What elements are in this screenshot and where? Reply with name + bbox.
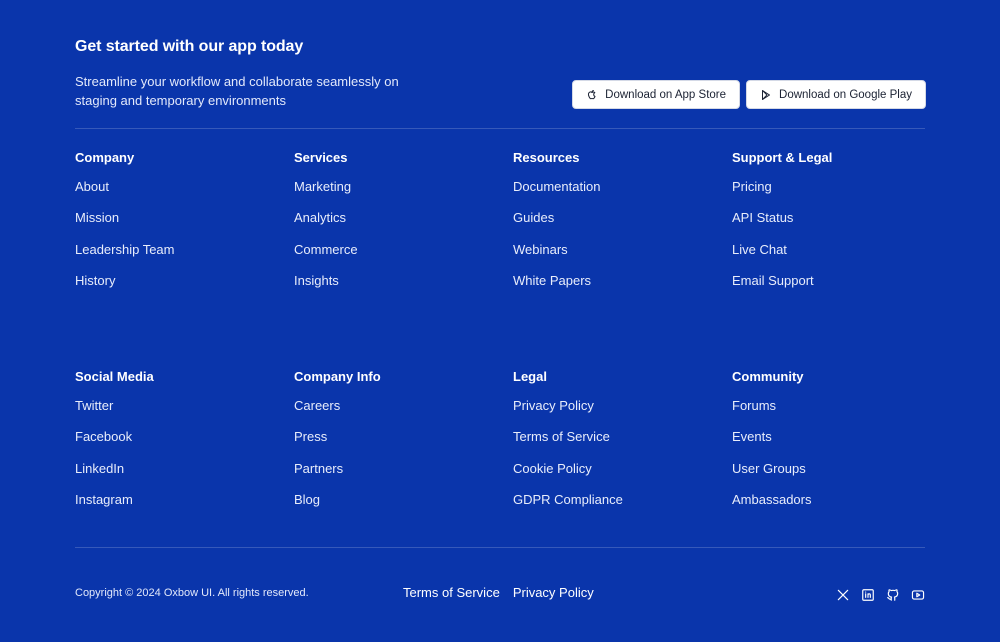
section-services: Services Marketing Analytics Commerce In… [294,149,513,303]
store-buttons: Download on App Store Download on Google… [572,80,926,109]
link-events[interactable]: Events [732,429,772,444]
link-webinars[interactable]: Webinars [513,242,568,257]
cta-subtitle: Streamline your workflow and collaborate… [75,74,399,108]
link-leadership-team[interactable]: Leadership Team [75,242,175,257]
section-legal: Legal Privacy Policy Terms of Service Co… [513,368,732,522]
footer-bottom-bar: Copyright © 2024 Oxbow UI. All rights re… [75,585,925,605]
link-facebook[interactable]: Facebook [75,429,132,444]
link-pricing[interactable]: Pricing [732,179,772,194]
app-store-label: Download on App Store [605,88,727,101]
section-title: Community [732,369,804,384]
section-title: Company [75,150,135,165]
link-gdpr-compliance[interactable]: GDPR Compliance [513,492,623,507]
link-user-groups[interactable]: User Groups [732,461,806,476]
link-press[interactable]: Press [294,429,327,444]
github-icon[interactable] [886,588,900,602]
legal-links: Terms of Service Privacy Policy [403,585,594,600]
link-cookie-policy[interactable]: Cookie Policy [513,461,592,476]
play-icon [760,89,772,101]
link-guides[interactable]: Guides [513,210,554,225]
section-title: Resources [513,150,580,165]
section-company: Company About Mission Leadership Team Hi… [75,149,294,303]
link-insights[interactable]: Insights [294,273,339,288]
section-resources: Resources Documentation Guides Webinars … [513,149,732,303]
x-icon[interactable] [836,588,850,602]
section-title: Legal [513,369,547,384]
cta-title: Get started with our app today [75,38,304,55]
terms-of-service-link[interactable]: Terms of Service [403,585,500,600]
link-sections-top: Company About Mission Leadership Team Hi… [75,149,950,303]
section-title: Company Info [294,369,381,384]
link-blog[interactable]: Blog [294,492,320,507]
link-about[interactable]: About [75,179,109,194]
social-icons [836,588,925,602]
privacy-policy-link[interactable]: Privacy Policy [513,585,594,600]
link-email-support[interactable]: Email Support [732,273,814,288]
youtube-icon[interactable] [911,588,925,602]
link-forums[interactable]: Forums [732,398,776,413]
top-divider [75,128,925,129]
link-ambassadors[interactable]: Ambassadors [732,492,811,507]
google-play-label: Download on Google Play [779,88,912,101]
section-title: Services [294,150,348,165]
linkedin-icon[interactable] [861,588,875,602]
section-community: Community Forums Events User Groups Amba… [732,368,950,522]
link-linkedin[interactable]: LinkedIn [75,461,124,476]
link-privacy-policy[interactable]: Privacy Policy [513,398,594,413]
bottom-divider [75,547,925,548]
link-marketing[interactable]: Marketing [294,179,351,194]
link-mission[interactable]: Mission [75,210,119,225]
link-sections-bottom: Social Media Twitter Facebook LinkedIn I… [75,368,950,522]
section-title: Social Media [75,369,154,384]
link-live-chat[interactable]: Live Chat [732,242,787,257]
section-title: Support & Legal [732,150,833,165]
app-store-button[interactable]: Download on App Store [572,80,741,109]
section-social-media: Social Media Twitter Facebook LinkedIn I… [75,368,294,522]
google-play-button[interactable]: Download on Google Play [746,80,926,109]
apple-icon [586,89,598,101]
section-support-legal: Support & Legal Pricing API Status Live … [732,149,950,303]
link-documentation[interactable]: Documentation [513,179,600,194]
link-twitter[interactable]: Twitter [75,398,113,413]
footer: Get started with our app today Streamlin… [0,0,1000,642]
link-history[interactable]: History [75,273,115,288]
link-partners[interactable]: Partners [294,461,343,476]
section-company-info: Company Info Careers Press Partners Blog [294,368,513,522]
link-api-status[interactable]: API Status [732,210,793,225]
link-white-papers[interactable]: White Papers [513,273,591,288]
copyright-text: Copyright © 2024 Oxbow UI. All rights re… [75,587,309,599]
link-careers[interactable]: Careers [294,398,340,413]
link-analytics[interactable]: Analytics [294,210,346,225]
link-commerce[interactable]: Commerce [294,242,358,257]
link-terms-of-service[interactable]: Terms of Service [513,429,610,444]
link-instagram[interactable]: Instagram [75,492,133,507]
